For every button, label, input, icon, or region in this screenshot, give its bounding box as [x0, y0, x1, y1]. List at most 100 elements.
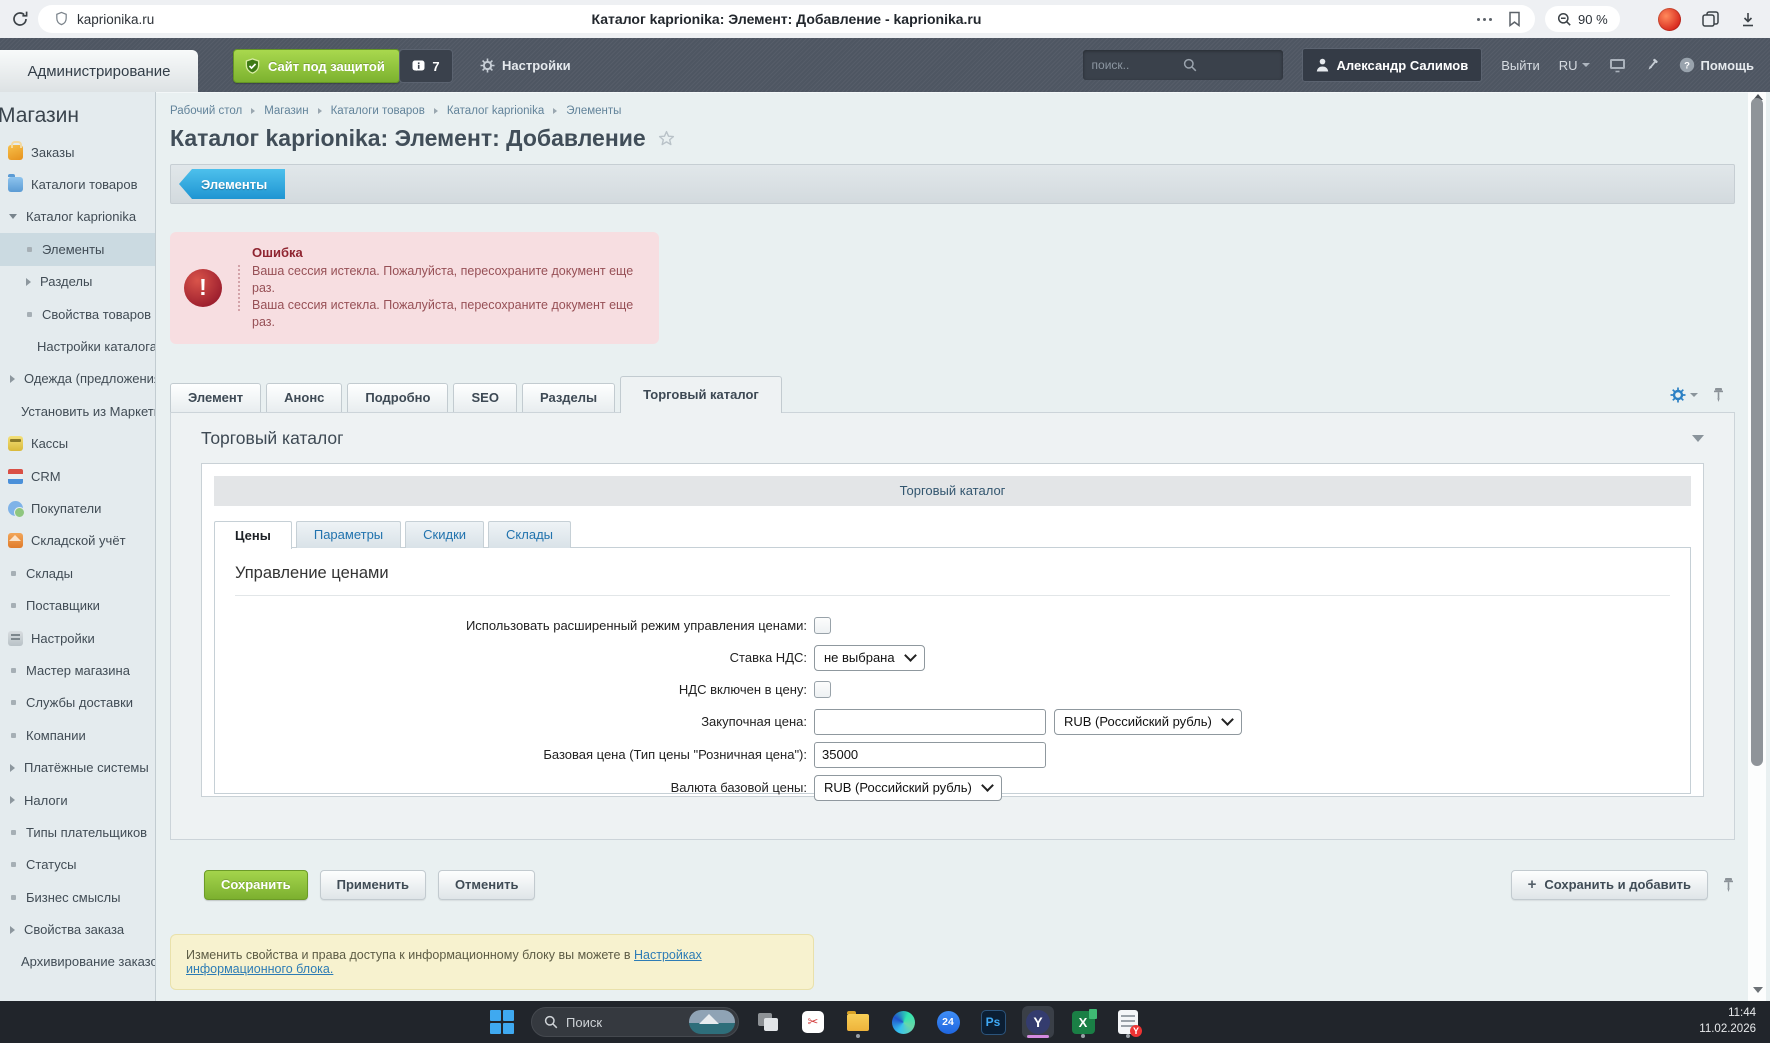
save-and-add-button[interactable]: +Сохранить и добавить	[1511, 870, 1708, 900]
sidebar-item-order-archiving[interactable]: Архивирование заказов	[0, 946, 155, 978]
taskbar: Поиск ✂ 24 Ps Y X Y 11:44 11.02.2026	[0, 1001, 1770, 1043]
snipping-tool-icon[interactable]: ✂	[797, 1006, 829, 1038]
admin-settings-button[interactable]: Настройки	[480, 49, 571, 81]
breadcrumb-item[interactable]: Рабочий стол	[170, 105, 242, 117]
sidebar-item-warehouses[interactable]: Склады	[0, 557, 155, 589]
sidebar-item-payment-systems[interactable]: Платёжные системы	[0, 751, 155, 783]
sidebar-item-delivery-services[interactable]: Службы доставки	[0, 687, 155, 719]
notifications-badge[interactable]: 7	[399, 49, 453, 83]
address-bar[interactable]: Каталог kaprionika: Элемент: Добавление …	[38, 5, 1535, 33]
sidebar-item-settings[interactable]: Настройки	[0, 622, 155, 654]
start-button[interactable]	[490, 1010, 514, 1034]
task-view-icon[interactable]	[752, 1006, 784, 1038]
admin-search-input[interactable]: поиск..	[1083, 50, 1283, 80]
tab-trade-catalog[interactable]: Торговый каталог	[620, 376, 782, 413]
sidebar-item-cash-registers[interactable]: Кассы	[0, 428, 155, 460]
sidebar-item-customers[interactable]: Покупатели	[0, 492, 155, 524]
tab-element[interactable]: Элемент	[170, 383, 261, 413]
pin-actions-icon[interactable]	[1722, 877, 1735, 893]
edge-browser-icon[interactable]	[887, 1006, 919, 1038]
sidebar-item-order-properties[interactable]: Свойства заказа	[0, 913, 155, 945]
subtab-prices[interactable]: Цены	[214, 521, 292, 549]
weather-widget[interactable]	[689, 1010, 735, 1034]
sidebar-item-sections[interactable]: Разделы	[0, 266, 155, 298]
breadcrumb-item[interactable]: Элементы	[566, 105, 621, 117]
downloads-icon[interactable]	[1740, 11, 1756, 28]
tab-sections[interactable]: Разделы	[522, 383, 615, 413]
collapse-section-icon[interactable]	[1692, 435, 1704, 442]
subtab-warehouses[interactable]: Склады	[488, 521, 571, 548]
purchase-price-input[interactable]	[814, 709, 1046, 735]
sidebar-item-taxes[interactable]: Налоги	[0, 784, 155, 816]
reload-icon[interactable]	[10, 9, 30, 29]
vat-rate-select[interactable]: не выбрана	[814, 645, 925, 671]
elements-back-button[interactable]: Элементы	[179, 169, 285, 199]
form-settings-gear-icon[interactable]	[1670, 387, 1698, 403]
help-button[interactable]: ? Помощь	[1679, 57, 1754, 73]
admin-section-tab[interactable]: Администрирование	[0, 50, 198, 92]
breadcrumb-item[interactable]: Каталоги товаров	[331, 105, 425, 117]
apply-button[interactable]: Применить	[320, 870, 426, 900]
tab-details[interactable]: Подробно	[347, 383, 448, 413]
sidebar-item-install-marketplace[interactable]: Установить из Маркетпл	[0, 395, 155, 427]
sidebar-item-clothes[interactable]: Одежда (предложения)	[0, 363, 155, 395]
address-menu-icon[interactable]	[1477, 18, 1492, 21]
excel-icon[interactable]: X	[1067, 1006, 1099, 1038]
sidebar-item-catalog-kaprionika[interactable]: Каталог kaprionika	[0, 201, 155, 233]
sidebar-item-statuses[interactable]: Статусы	[0, 849, 155, 881]
extended-price-mode-checkbox[interactable]	[814, 617, 831, 634]
save-button[interactable]: Сохранить	[204, 870, 308, 900]
cloud-24-icon[interactable]: 24	[932, 1006, 964, 1038]
photoshop-icon[interactable]: Ps	[977, 1006, 1009, 1038]
favorite-star-icon[interactable]	[658, 130, 675, 147]
sidebar-item-business-meanings[interactable]: Бизнес смыслы	[0, 881, 155, 913]
scroll-down-icon[interactable]	[1753, 987, 1763, 993]
sidebar-item-catalogs[interactable]: Каталоги товаров	[0, 168, 155, 200]
browser-bar: Каталог kaprionika: Элемент: Добавление …	[0, 0, 1770, 39]
tab-seo[interactable]: SEO	[453, 383, 516, 413]
breadcrumb-item[interactable]: Магазин	[264, 105, 308, 117]
logout-link[interactable]: Выйти	[1501, 58, 1540, 73]
cancel-button[interactable]: Отменить	[438, 870, 536, 900]
sidebar-item-suppliers[interactable]: Поставщики	[0, 589, 155, 621]
pin-form-icon[interactable]	[1712, 387, 1725, 403]
subtab-discounts[interactable]: Скидки	[405, 521, 484, 548]
profile-avatar[interactable]	[1658, 8, 1681, 31]
sidebar-item-shop-wizard[interactable]: Мастер магазина	[0, 654, 155, 686]
site-protected-button[interactable]: Сайт под защитой	[233, 49, 400, 83]
scrollbar-thumb[interactable]	[1751, 98, 1763, 766]
base-price-input[interactable]	[814, 742, 1046, 768]
subtab-parameters[interactable]: Параметры	[296, 521, 401, 548]
language-switcher[interactable]: RU	[1559, 58, 1590, 73]
admin-header: Администрирование Сайт под защитой 7 Нас…	[0, 38, 1770, 92]
file-explorer-icon[interactable]	[842, 1006, 874, 1038]
tab-announce[interactable]: Анонс	[266, 383, 342, 413]
sidebar-item-warehouse-accounting[interactable]: Складской учёт	[0, 525, 155, 557]
desktop-view-icon[interactable]	[1609, 58, 1626, 73]
site-shield-icon[interactable]	[54, 11, 69, 27]
sidebar-item-payer-types[interactable]: Типы плательщиков	[0, 816, 155, 848]
sidebar-item-crm[interactable]: CRM	[0, 460, 155, 492]
yandex-docs-icon[interactable]: Y	[1112, 1006, 1144, 1038]
search-icon[interactable]	[1183, 58, 1274, 72]
user-menu-button[interactable]: Александр Салимов	[1302, 48, 1483, 82]
yandex-browser-icon[interactable]: Y	[1022, 1006, 1054, 1038]
sidebar-item-elements[interactable]: Элементы	[0, 233, 155, 265]
breadcrumb-item[interactable]: Каталог kaprionika	[447, 105, 544, 117]
sidebar-item-orders[interactable]: Заказы	[0, 136, 155, 168]
bookmark-icon[interactable]	[1508, 11, 1521, 27]
pin-panel-icon[interactable]	[1645, 57, 1660, 73]
sidebar-item-product-properties[interactable]: Свойства товаров	[0, 298, 155, 330]
shield-check-icon	[244, 57, 261, 75]
zoom-control[interactable]: 90 %	[1545, 6, 1620, 32]
taskbar-search[interactable]: Поиск	[531, 1007, 739, 1037]
taskbar-clock[interactable]: 11:44 11.02.2026	[1699, 1001, 1756, 1043]
sidebar-item-catalog-settings[interactable]: Настройки каталога	[0, 330, 155, 362]
vat-included-checkbox[interactable]	[814, 681, 831, 698]
vertical-scrollbar[interactable]	[1748, 92, 1766, 1001]
sidebar-item-companies[interactable]: Компании	[0, 719, 155, 751]
purchase-currency-select[interactable]: RUB (Российский рубль)	[1054, 709, 1242, 735]
base-currency-select[interactable]: RUB (Российский рубль)	[814, 775, 1002, 801]
zoom-out-icon[interactable]	[1557, 12, 1572, 27]
tabs-panel-icon[interactable]	[1701, 10, 1720, 28]
